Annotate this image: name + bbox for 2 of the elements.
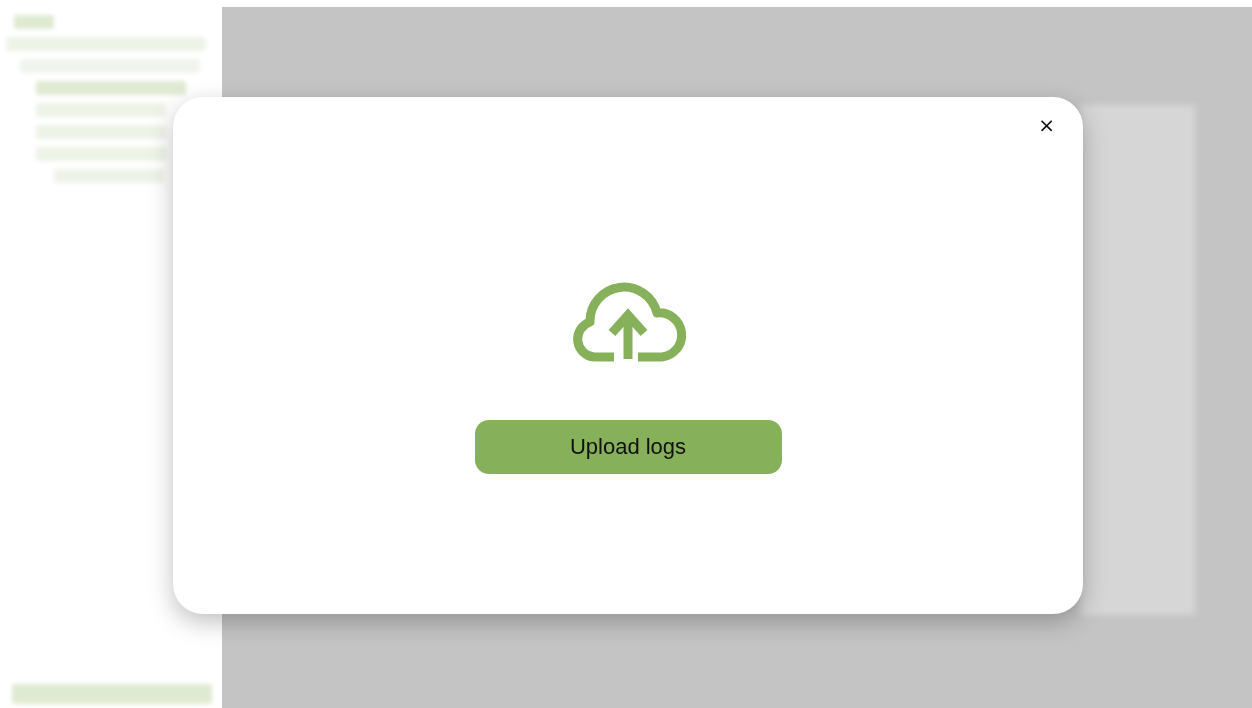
close-button[interactable]: ×	[1032, 111, 1061, 139]
upload-logs-button[interactable]: Upload logs	[474, 420, 782, 474]
